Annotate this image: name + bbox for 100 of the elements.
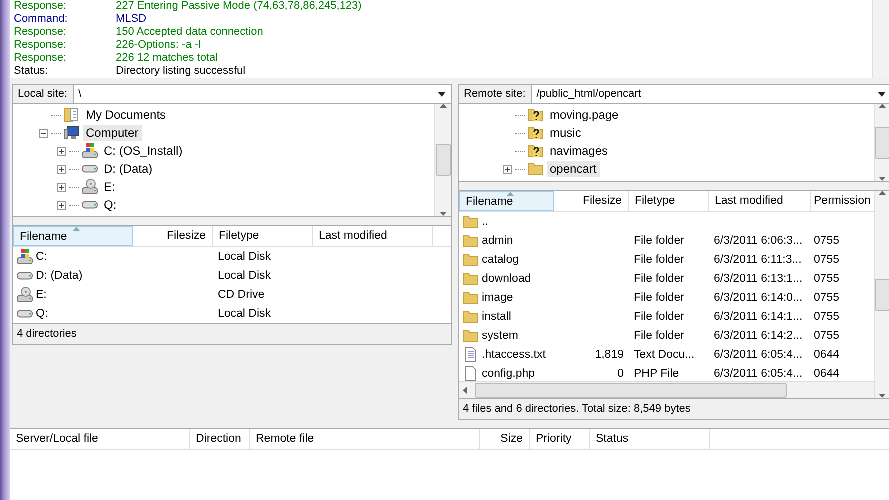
sort-arrow-icon <box>73 227 80 231</box>
tree-item[interactable]: E: <box>101 179 118 195</box>
caret-icon[interactable] <box>878 92 886 96</box>
windows-drive-icon <box>17 248 33 264</box>
column-header[interactable]: Remote file <box>250 429 480 449</box>
table-cell: Text Docu... <box>634 348 695 360</box>
tree-item[interactable]: music <box>547 125 584 141</box>
file-name[interactable]: E: <box>36 288 47 300</box>
folder-icon <box>463 270 479 286</box>
log-message: Directory listing successful <box>116 65 246 78</box>
scroll-thumb[interactable] <box>475 382 787 398</box>
table-cell: File folder <box>634 234 684 246</box>
file-name[interactable]: catalog <box>482 254 520 266</box>
column-header[interactable]: Filename <box>13 226 133 246</box>
column-header[interactable]: Status <box>590 429 710 449</box>
column-header[interactable]: Permission <box>811 191 874 211</box>
file-name[interactable]: .htaccess.txt <box>482 348 546 360</box>
expand-icon[interactable] <box>57 164 66 174</box>
column-header[interactable]: Server/Local file <box>10 429 190 449</box>
tree-item[interactable]: Q: <box>101 197 120 213</box>
table-cell: 6/3/2011 6:06:3... <box>714 234 803 246</box>
column-header[interactable]: Filesize <box>554 191 629 211</box>
table-cell: Local Disk <box>218 250 272 262</box>
table-cell: PHP File <box>634 368 680 380</box>
table-cell: 0755 <box>814 234 840 246</box>
table-cell: 6/3/2011 6:05:4... <box>714 368 803 380</box>
arrow-icon[interactable] <box>440 104 446 108</box>
table-cell: 6/3/2011 6:14:1... <box>714 310 803 322</box>
file-name[interactable]: system <box>482 330 518 342</box>
file-name[interactable]: install <box>482 310 512 322</box>
table-cell: 6/3/2011 6:14:2... <box>714 330 803 342</box>
arrow-icon[interactable] <box>879 177 886 181</box>
arrow-icon[interactable] <box>440 212 446 216</box>
status-text: 4 directories <box>13 323 451 344</box>
tree-item[interactable]: navimages <box>547 143 612 159</box>
tree-item[interactable]: moving.page <box>547 107 622 123</box>
scrollbar[interactable] <box>874 104 889 181</box>
status-text: 4 files and 6 directories. Total size: 8,549 bytes <box>459 398 889 419</box>
table-cell: CD Drive <box>218 288 265 300</box>
scroll-thumb[interactable] <box>436 144 450 176</box>
table-cell: 0755 <box>814 330 840 342</box>
log-message: 150 Accepted data connection <box>116 26 264 39</box>
expand-icon[interactable] <box>57 200 66 210</box>
column-header[interactable]: Last modified <box>313 226 433 246</box>
column-header[interactable]: Filename <box>459 191 554 211</box>
column-header[interactable]: Direction <box>190 429 250 449</box>
collapse-icon[interactable] <box>39 128 48 138</box>
file-name[interactable]: config.php <box>482 368 536 380</box>
table-cell: Local Disk <box>218 270 272 282</box>
scrollbar[interactable] <box>434 104 451 216</box>
file-name[interactable]: Q: <box>36 308 48 320</box>
tree-item[interactable]: opencart <box>547 161 600 177</box>
scrollbar[interactable] <box>874 191 889 398</box>
folder-icon <box>463 290 479 306</box>
expand-icon[interactable] <box>503 164 512 174</box>
column-header[interactable]: Size <box>480 429 530 449</box>
column-header[interactable]: Last modified <box>709 191 811 211</box>
file-name[interactable]: admin <box>482 234 514 246</box>
tree-item[interactable]: My Documents <box>83 107 170 123</box>
scroll-thumb[interactable] <box>875 126 889 158</box>
scroll-thumb[interactable] <box>875 278 889 310</box>
column-header[interactable]: Filetype <box>213 226 313 246</box>
arrow-icon[interactable] <box>879 394 886 398</box>
caret-icon[interactable] <box>438 92 446 96</box>
arrow-icon[interactable] <box>463 386 467 394</box>
arrow-icon[interactable] <box>879 191 886 195</box>
file-name[interactable]: D: (Data) <box>36 270 83 282</box>
log-label: Response: <box>14 0 68 13</box>
site-label: Remote site: <box>459 85 532 103</box>
tree-item[interactable]: C: (OS_Install) <box>101 143 186 159</box>
log-label: Response: <box>14 26 68 39</box>
log-label: Command: <box>14 13 69 26</box>
table-cell: 6/3/2011 6:14:0... <box>714 292 803 304</box>
unknown-folder-icon <box>528 143 544 159</box>
table-cell: 6/3/2011 6:05:4... <box>714 348 803 360</box>
file-name[interactable]: .. <box>482 216 488 228</box>
expand-icon[interactable] <box>57 146 66 156</box>
scrollbar[interactable] <box>459 381 874 398</box>
drive-icon <box>82 165 98 173</box>
tree-item[interactable]: D: (Data) <box>101 161 156 177</box>
column-header[interactable]: Filesize <box>133 226 213 246</box>
file-name[interactable]: download <box>482 272 532 284</box>
arrow-icon[interactable] <box>879 104 886 108</box>
expand-icon[interactable] <box>57 182 66 192</box>
table-cell: File folder <box>634 310 684 322</box>
tree-item[interactable]: Computer <box>83 125 142 141</box>
folder-icon <box>463 328 479 344</box>
drive-icon <box>17 272 33 280</box>
column-header[interactable]: Filetype <box>629 191 709 211</box>
file-name[interactable]: C: <box>36 250 48 262</box>
file-name[interactable]: image <box>482 292 514 304</box>
column-header[interactable]: Priority <box>530 429 590 449</box>
table-cell: 0 <box>618 368 624 380</box>
scrollbar[interactable] <box>872 0 889 78</box>
computer-icon <box>64 125 80 141</box>
log-message: MLSD <box>116 13 147 26</box>
folder-icon <box>463 308 479 324</box>
drive-icon <box>82 201 98 209</box>
log-message: 226-Options: -a -l <box>116 39 201 52</box>
folder-icon <box>463 252 479 268</box>
